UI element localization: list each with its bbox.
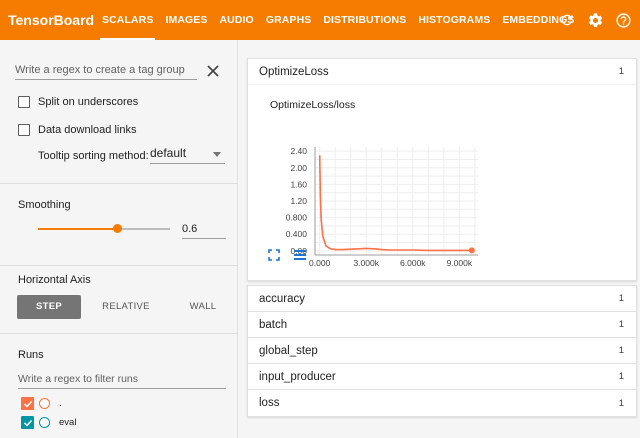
split-underscores-label: Split on underscores [38, 96, 139, 108]
settings-icon[interactable] [586, 11, 604, 29]
tab-images[interactable]: IMAGES [159, 0, 213, 40]
data-download-checkbox[interactable] [18, 124, 30, 136]
chevron-down-icon [213, 152, 221, 157]
y-tick-label: 2.00 [290, 163, 307, 173]
y-tick-label: 2.40 [290, 146, 307, 156]
app-title: TensorBoard [8, 12, 95, 28]
main-panel: OptimizeLoss 1 OptimizeLoss/loss 0.00 0.4… [247, 58, 637, 281]
axis-relative-button[interactable]: RELATIVE [94, 295, 158, 319]
horizontal-axis-title: Horizontal Axis [18, 274, 91, 286]
tab-audio[interactable]: AUDIO [213, 0, 259, 40]
smoothing-slider-fill [38, 228, 118, 230]
category-name: batch [259, 318, 288, 331]
category-count: 1 [618, 397, 624, 409]
runs-filter-input[interactable] [18, 372, 226, 389]
tab-distributions[interactable]: DISTRIBUTIONS [317, 0, 412, 40]
run-item-eval[interactable]: eval [21, 416, 76, 429]
data-table-icon[interactable] [293, 249, 307, 263]
category-count: 1 [618, 345, 624, 356]
refresh-icon[interactable] [558, 11, 576, 29]
tag-filter-input[interactable] [15, 62, 197, 80]
category-global-step[interactable]: global_step 1 [248, 338, 636, 364]
category-count: 1 [618, 293, 624, 304]
data-download-label: Data download links [38, 124, 137, 136]
smoothing-slider[interactable] [38, 224, 170, 233]
top-bar: TensorBoard SCALARS IMAGES AUDIO GRAPHS … [0, 0, 640, 40]
tab-scalars[interactable]: SCALARS [96, 0, 159, 40]
data-download-toggle[interactable]: Data download links [18, 124, 136, 136]
y-tick-label: 0.800 [286, 213, 308, 223]
series-end-point [468, 247, 475, 254]
category-name: OptimizeLoss [259, 65, 329, 78]
category-count: 1 [618, 371, 624, 382]
category-input-producer[interactable]: input_producer 1 [248, 364, 636, 390]
x-tick-label: 6.000k [400, 258, 426, 268]
tooltip-sorting-label: Tooltip sorting method: [38, 150, 149, 162]
fullscreen-icon[interactable] [268, 249, 282, 263]
run-checkbox[interactable] [21, 416, 34, 429]
category-count: 1 [618, 66, 624, 77]
runs-title: Runs [18, 349, 44, 361]
tag-options-section: Split on underscores Data download links… [0, 40, 238, 184]
x-tick-label: 9.000k [447, 258, 473, 268]
category-name: loss [259, 397, 280, 409]
category-batch[interactable]: batch 1 [248, 312, 636, 338]
category-name: accuracy [259, 292, 306, 305]
category-loss[interactable]: loss 1 [248, 390, 636, 416]
split-underscores-checkbox[interactable] [18, 96, 30, 108]
category-name: global_step [259, 344, 318, 357]
series-line [318, 155, 472, 252]
run-color-circle[interactable] [39, 398, 50, 409]
x-tick-label: 0.000 [309, 258, 331, 268]
category-name: input_producer [259, 370, 336, 383]
smoothing-value-input[interactable]: 0.6 [182, 223, 226, 239]
y-tick-label: 1.20 [290, 196, 307, 206]
axis-step-button[interactable]: STEP [17, 295, 81, 319]
y-tick-label: 1.60 [290, 179, 307, 189]
y-tick-label: 0.400 [286, 229, 308, 239]
run-label: eval [59, 417, 77, 428]
tab-graphs[interactable]: GRAPHS [260, 0, 318, 40]
category-accuracy[interactable]: accuracy 1 [248, 286, 636, 312]
horizontal-axis-options: STEP RELATIVE WALL [17, 295, 248, 319]
tooltip-sorting-select[interactable]: default [150, 146, 225, 164]
run-item-dot[interactable]: . [21, 397, 62, 410]
category-list: accuracy 1 batch 1 global_step 1 input_p… [247, 285, 637, 417]
nav-tabs: SCALARS IMAGES AUDIO GRAPHS DISTRIBUTION… [96, 0, 581, 40]
split-underscores-toggle[interactable]: Split on underscores [18, 96, 138, 108]
tooltip-sorting-value: default [150, 146, 187, 160]
category-count: 1 [618, 319, 624, 330]
run-color-circle[interactable] [39, 417, 50, 428]
x-tick-label: 3.000k [353, 258, 379, 268]
tab-histograms[interactable]: HISTOGRAMS [412, 0, 496, 40]
chart-card: OptimizeLoss/loss 0.00 0.400 0.800 1.20 1.60… [248, 84, 636, 280]
help-icon[interactable] [614, 11, 632, 29]
smoothing-title: Smoothing [18, 199, 71, 211]
category-optimizeloss: OptimizeLoss 1 OptimizeLoss/loss 0.00 0.4… [247, 58, 637, 281]
close-icon[interactable] [206, 64, 220, 78]
run-label: . [59, 398, 62, 409]
axis-wall-button[interactable]: WALL [171, 295, 235, 319]
run-checkbox[interactable] [21, 397, 34, 410]
sidebar: Split on underscores Data download links… [0, 40, 238, 438]
category-header[interactable]: OptimizeLoss 1 [248, 59, 636, 84]
